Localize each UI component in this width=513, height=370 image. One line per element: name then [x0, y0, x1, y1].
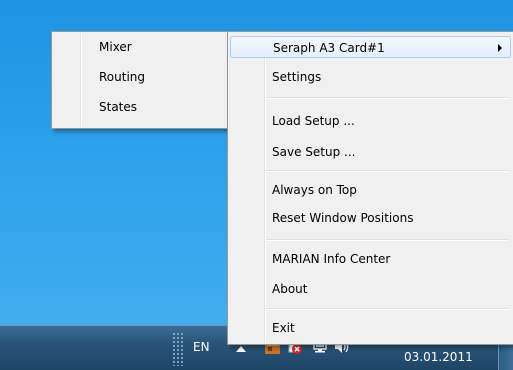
menu-item-load-setup[interactable]: Load Setup ... [230, 110, 511, 132]
menu-item-routing[interactable]: Routing [54, 66, 227, 88]
menu-item-marian-info-center[interactable]: MARIAN Info Center [230, 248, 511, 270]
menu-item-settings[interactable]: Settings [230, 66, 511, 88]
menu-item-mixer[interactable]: Mixer [54, 36, 227, 58]
menu-item-seraph-card-label: Seraph A3 Card#1 [273, 41, 385, 55]
menu-separator [266, 97, 509, 99]
tray-context-menu: Seraph A3 Card#1 Settings Load Setup ...… [227, 31, 513, 345]
menu-item-always-on-top[interactable]: Always on Top [230, 179, 511, 201]
menu-separator [266, 170, 509, 172]
menu-item-exit[interactable]: Exit [230, 317, 511, 339]
show-hidden-icons-icon[interactable] [236, 346, 246, 352]
card-submenu: Mixer Routing States [51, 31, 230, 129]
menu-separator [266, 239, 509, 241]
taskbar-grip[interactable] [172, 332, 184, 366]
menu-item-save-setup[interactable]: Save Setup ... [230, 141, 511, 163]
menu-item-about[interactable]: About [230, 278, 511, 300]
clock-date[interactable]: 03.01.2011 [404, 350, 473, 364]
menu-item-reset-window-positions[interactable]: Reset Window Positions [230, 207, 511, 229]
submenu-arrow-icon [498, 44, 502, 52]
menu-item-states[interactable]: States [54, 96, 227, 118]
menu-item-seraph-card[interactable]: Seraph A3 Card#1 [230, 36, 511, 58]
menu-separator [266, 308, 509, 310]
language-indicator[interactable]: EN [193, 340, 210, 354]
